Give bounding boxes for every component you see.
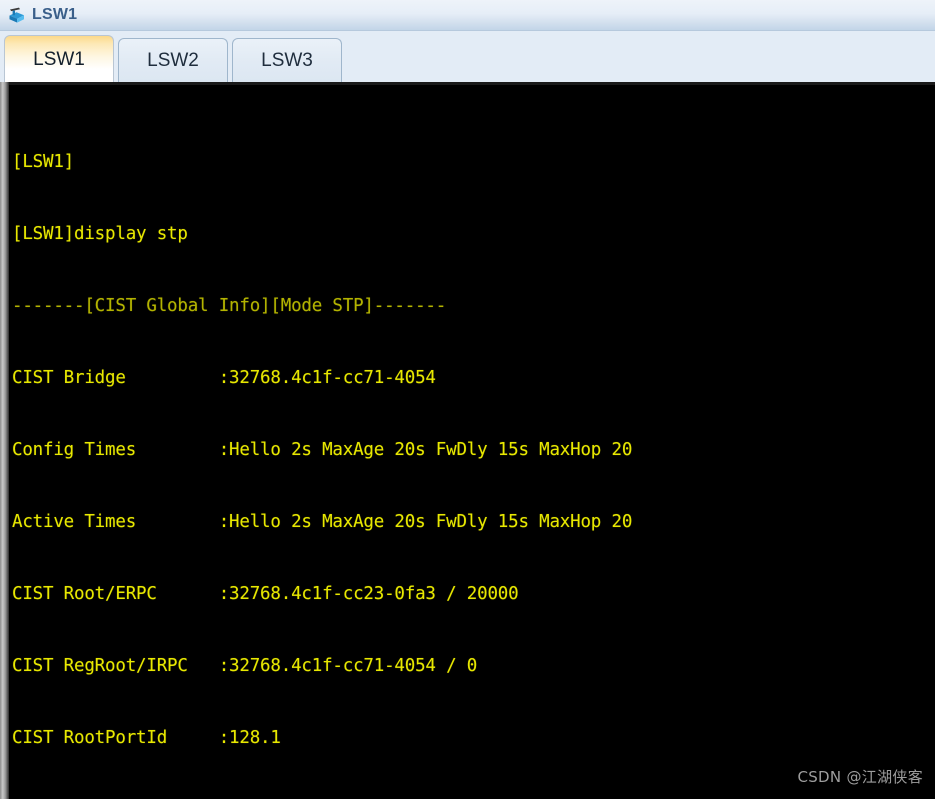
console-line: [LSW1]display stp xyxy=(12,224,188,244)
tab-lsw2[interactable]: LSW2 xyxy=(118,38,228,82)
console-line: Config Times :Hello 2s MaxAge 20s FwDly … xyxy=(12,440,633,460)
console-line: -------[CIST Global Info][Mode STP]-----… xyxy=(12,296,447,316)
watermark: CSDN @江湖侠客 xyxy=(797,768,923,786)
console-line: CIST RegRoot/IRPC :32768.4c1f-cc71-4054 … xyxy=(12,656,478,676)
switch-device-icon xyxy=(7,5,27,25)
console-top-edge xyxy=(0,82,935,85)
tab-lsw1[interactable]: LSW1 xyxy=(4,35,114,82)
device-tab-strip: LSW1 LSW2 LSW3 xyxy=(0,30,935,82)
console-line: [LSW1] xyxy=(12,152,75,172)
console-line: CIST RootPortId :128.1 xyxy=(12,728,281,748)
tab-lsw1-label: LSW1 xyxy=(33,48,85,70)
console-line: Active Times :Hello 2s MaxAge 20s FwDly … xyxy=(12,512,633,532)
window-title-bar: LSW1 xyxy=(0,0,935,30)
tab-lsw3-label: LSW3 xyxy=(261,50,313,71)
console-line: CIST Bridge :32768.4c1f-cc71-4054 xyxy=(12,368,436,388)
tab-lsw2-label: LSW2 xyxy=(147,50,199,71)
cli-console[interactable]: [LSW1] [LSW1]display stp -------[CIST Gl… xyxy=(0,82,935,799)
window-title: LSW1 xyxy=(32,5,78,23)
ensp-device-cli-window: LSW1 LSW1 LSW2 LSW3 [LSW1] [LSW1]display… xyxy=(0,0,935,799)
console-left-scroll-rail[interactable] xyxy=(0,82,9,799)
console-line: CIST Root/ERPC :32768.4c1f-cc23-0fa3 / 2… xyxy=(12,584,519,604)
console-output: [LSW1] [LSW1]display stp -------[CIST Gl… xyxy=(9,102,935,799)
tab-lsw3[interactable]: LSW3 xyxy=(232,38,342,82)
